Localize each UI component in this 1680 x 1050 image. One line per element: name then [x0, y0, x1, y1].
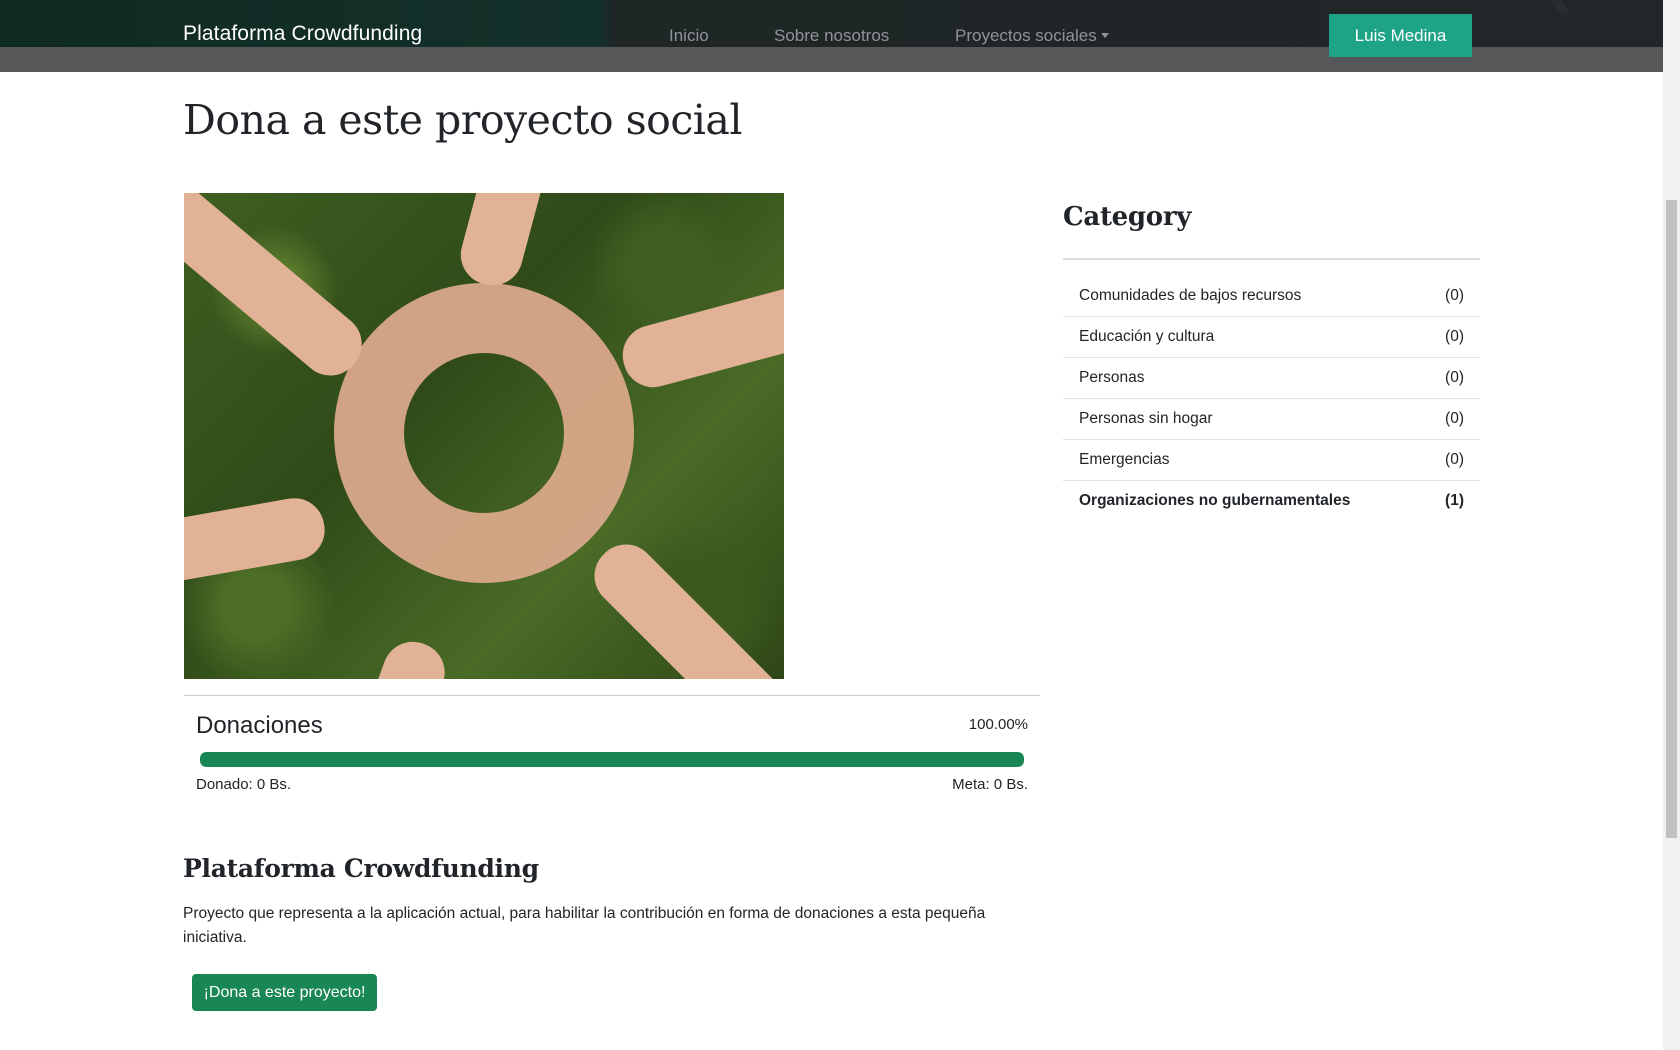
goal-amount: Meta: 0 Bs.	[952, 776, 1028, 793]
arm-shape	[582, 532, 784, 679]
nav-link-proyectos-label: Proyectos sociales	[955, 26, 1097, 45]
arm-shape	[278, 633, 454, 679]
nav-link-sobre-nosotros[interactable]: Sobre nosotros	[774, 26, 889, 46]
page-title: Dona a este proyecto social	[183, 96, 742, 144]
project-image	[184, 193, 784, 679]
top-navbar: Plataforma Crowdfunding Inicio Sobre nos…	[0, 0, 1663, 72]
category-item[interactable]: Comunidades de bajos recursos (0)	[1063, 276, 1480, 317]
donated-amount: Donado: 0 Bs.	[196, 776, 292, 793]
project-description: Proyecto que representa a la aplicación …	[183, 905, 986, 946]
category-item[interactable]: Personas sin hogar (0)	[1063, 399, 1480, 440]
nav-link-proyectos-sociales[interactable]: Proyectos sociales	[955, 26, 1109, 46]
category-name: Personas sin hogar	[1079, 410, 1213, 427]
nav-link-inicio[interactable]: Inicio	[669, 26, 709, 46]
category-heading: Category	[1063, 202, 1192, 232]
category-count: (0)	[1445, 410, 1464, 427]
category-count: (0)	[1445, 328, 1464, 345]
category-item[interactable]: Personas (0)	[1063, 358, 1480, 399]
category-name: Emergencias	[1079, 451, 1170, 468]
category-item[interactable]: Organizaciones no gubernamentales (1)	[1063, 481, 1480, 522]
brand-link[interactable]: Plataforma Crowdfunding	[183, 22, 422, 46]
category-item[interactable]: Educación y cultura (0)	[1063, 317, 1480, 358]
donation-progress-bar	[200, 752, 1024, 767]
category-count: (1)	[1445, 492, 1464, 509]
arm-shape	[615, 246, 784, 394]
category-divider	[1063, 258, 1480, 260]
user-account-button[interactable]: Luis Medina	[1329, 14, 1472, 57]
donate-button[interactable]: ¡Dona a este proyecto!	[192, 974, 377, 1011]
category-count: (0)	[1445, 369, 1464, 386]
category-item[interactable]: Emergencias (0)	[1063, 440, 1480, 481]
project-name: Plataforma Crowdfunding	[183, 854, 539, 883]
arm-shape	[184, 493, 330, 614]
hands-circle-shape	[334, 283, 634, 583]
arm-shape	[184, 193, 374, 388]
category-name: Comunidades de bajos recursos	[1079, 287, 1302, 304]
section-divider	[184, 695, 1040, 696]
arm-shape	[454, 193, 602, 293]
donation-progress-fill	[200, 752, 1024, 767]
category-name: Personas	[1079, 369, 1145, 386]
caret-down-icon	[1100, 33, 1109, 38]
vertical-scrollbar-thumb[interactable]	[1666, 200, 1677, 838]
donations-heading: Donaciones	[196, 712, 323, 739]
category-list: Comunidades de bajos recursos (0) Educac…	[1063, 276, 1480, 522]
category-count: (0)	[1445, 287, 1464, 304]
category-name: Educación y cultura	[1079, 328, 1215, 345]
progress-percent: 100.00%	[968, 716, 1028, 733]
category-name: Organizaciones no gubernamentales	[1079, 492, 1351, 509]
category-count: (0)	[1445, 451, 1464, 468]
